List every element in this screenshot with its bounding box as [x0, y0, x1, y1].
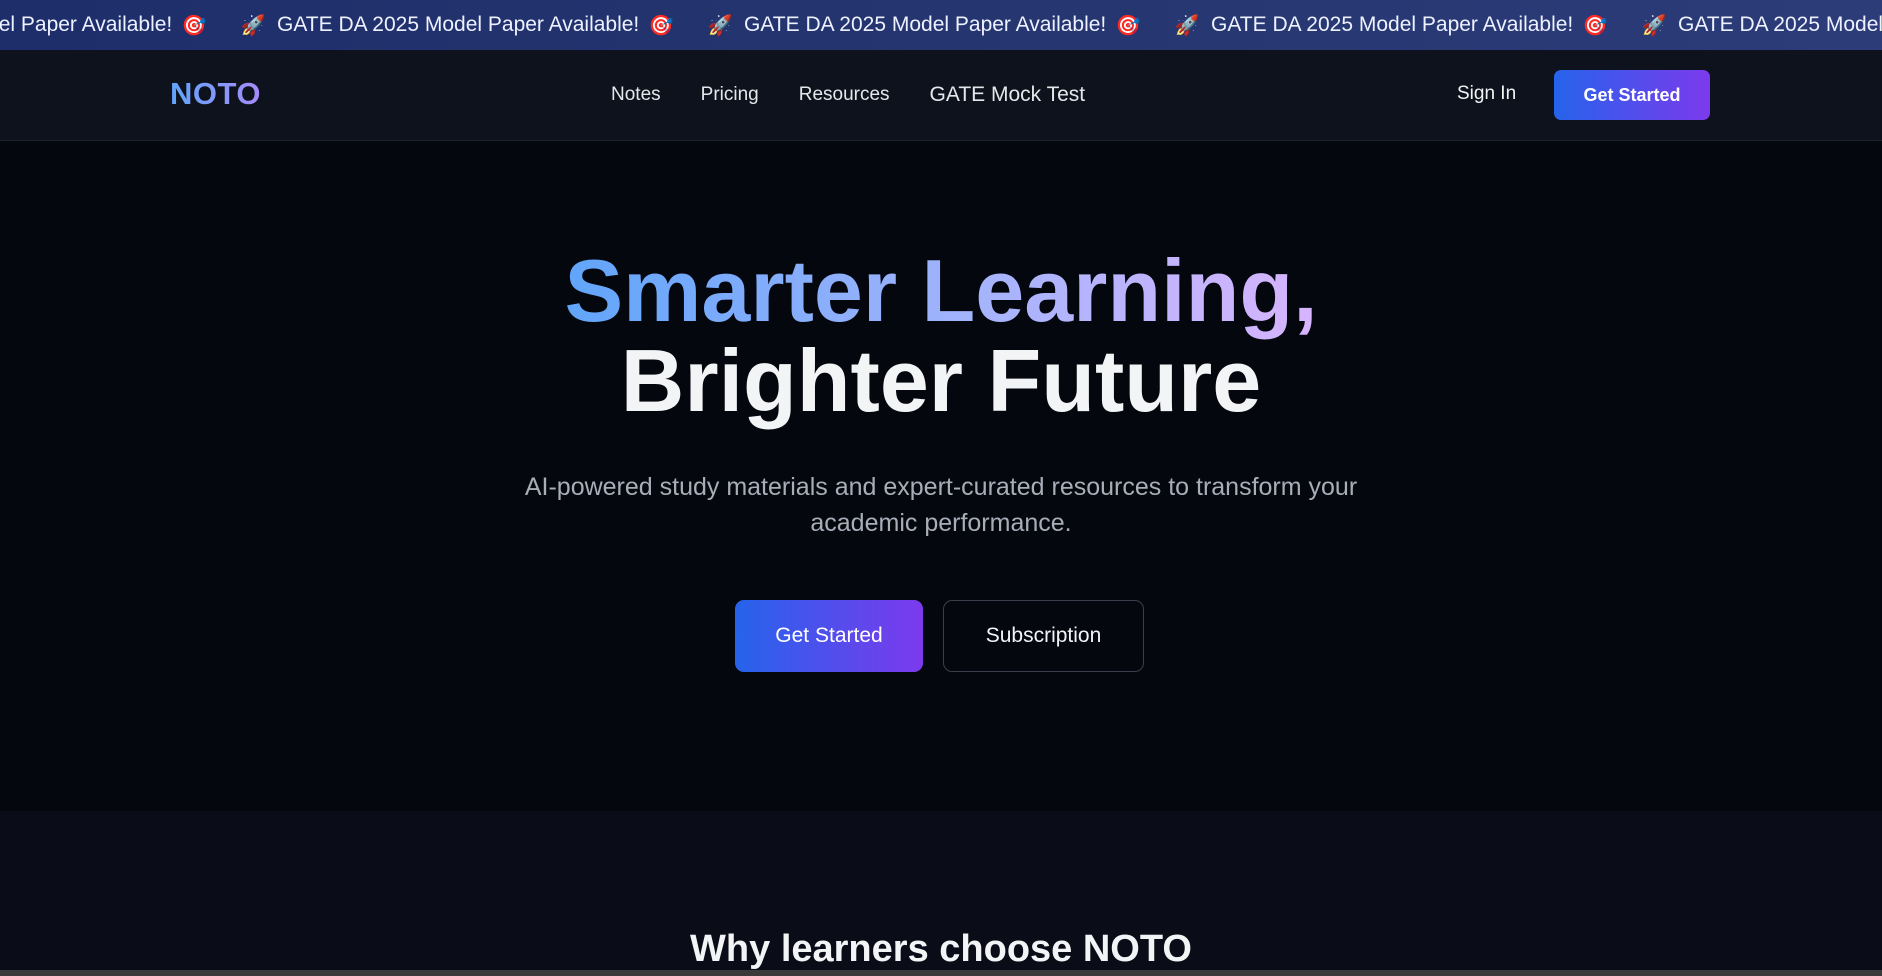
nav-links: Notes Pricing Resources GATE Mock Test — [611, 50, 1125, 140]
nav-link-gate-mock-test[interactable]: GATE Mock Test — [930, 83, 1086, 107]
ticker-item: 🚀 GATE DA 2025 Model Paper Available! 🎯 — [1640, 13, 1882, 38]
ticker-message: GATE DA 2025 Model Paper Available! — [277, 13, 640, 36]
ticker-track: 🚀 GATE DA 2025 Model Paper Available! 🎯 … — [0, 0, 1882, 50]
target-icon: 🎯 — [648, 14, 674, 37]
ticker-message: GATE DA 2025 Model Paper Available! — [744, 13, 1107, 36]
subscription-button[interactable]: Subscription — [943, 600, 1144, 672]
ticker-message: GATE DA 2025 Model Paper Available! — [0, 13, 173, 36]
rocket-icon: 🚀 — [240, 14, 266, 37]
hero-title-line-1: Smarter Learning, — [0, 241, 1882, 341]
hero-title-line-2: Brighter Future — [620, 331, 1262, 430]
nav-link-pricing[interactable]: Pricing — [701, 84, 759, 106]
ticker-item: 🚀 GATE DA 2025 Model Paper Available! 🎯 — [706, 13, 1173, 38]
target-icon: 🎯 — [1115, 14, 1141, 37]
ticker-message: GATE DA 2025 Model Paper Available! — [1678, 13, 1882, 36]
window-bottom-edge — [0, 970, 1882, 976]
hero-title-gradient-text: Smarter Learning, — [564, 241, 1318, 340]
ticker-message: GATE DA 2025 Model Paper Available! — [1211, 13, 1574, 36]
get-started-hero-button[interactable]: Get Started — [735, 600, 923, 672]
ticker-item: 🚀 GATE DA 2025 Model Paper Available! 🎯 — [239, 13, 706, 38]
rocket-icon: 🚀 — [1174, 14, 1200, 37]
logo[interactable]: NOTO — [170, 76, 261, 112]
get-started-nav-button[interactable]: Get Started — [1554, 70, 1710, 120]
rocket-icon: 🚀 — [1641, 14, 1667, 37]
sign-in-link[interactable]: Sign In — [1457, 83, 1516, 105]
rocket-icon: 🚀 — [707, 14, 733, 37]
ticker-item: 🚀 GATE DA 2025 Model Paper Available! 🎯 — [1173, 13, 1640, 38]
nav-link-resources[interactable]: Resources — [799, 84, 890, 106]
features-section: Why learners choose NOTO — [0, 811, 1882, 976]
announcement-ticker: 🚀 GATE DA 2025 Model Paper Available! 🎯 … — [0, 0, 1882, 50]
hero-section: Smarter Learning, Brighter Future AI-pow… — [0, 141, 1882, 811]
nav-link-notes[interactable]: Notes — [611, 84, 661, 106]
hero-subtitle: AI-powered study materials and expert-cu… — [524, 473, 1358, 537]
features-title: Why learners choose NOTO — [690, 928, 1192, 970]
ticker-item: 🚀 GATE DA 2025 Model Paper Available! 🎯 — [0, 13, 239, 38]
navbar: NOTO Notes Pricing Resources GATE Mock T… — [0, 50, 1882, 141]
target-icon: 🎯 — [181, 14, 207, 37]
target-icon: 🎯 — [1582, 14, 1608, 37]
